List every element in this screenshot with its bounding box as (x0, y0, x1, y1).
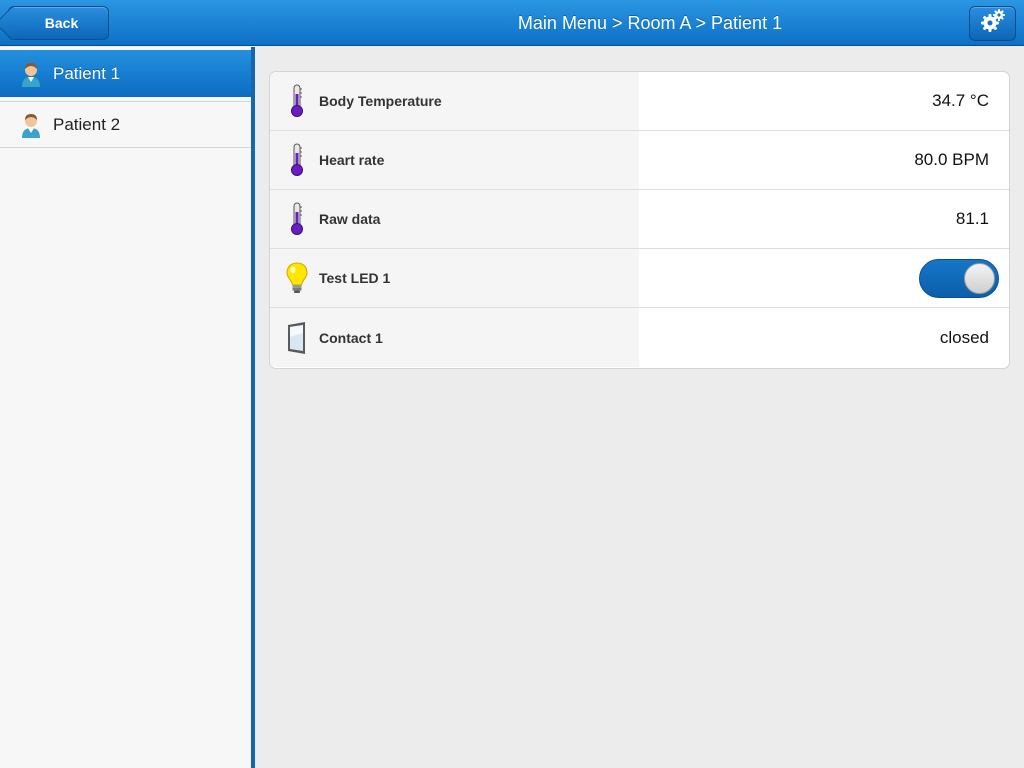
gear-icon (980, 8, 1006, 39)
door-icon (285, 321, 309, 355)
toggle-knob (964, 262, 995, 294)
thermometer-icon (285, 202, 309, 236)
back-button[interactable]: Back (8, 6, 109, 40)
row-value: 34.7 °C (932, 91, 989, 110)
list-item-raw-data[interactable]: Raw data 81.1 (270, 190, 1009, 249)
patient-sidebar: Patient 1 Patient 2 (0, 47, 251, 768)
patient-icon (20, 111, 42, 139)
row-label: Raw data (319, 211, 381, 227)
sidebar-divider (251, 47, 255, 768)
row-value: 80.0 BPM (914, 150, 989, 169)
led-toggle-switch[interactable] (919, 258, 999, 298)
row-label: Heart rate (319, 152, 385, 168)
list-item-body-temperature[interactable]: Body Temperature 34.7 °C (270, 72, 1009, 131)
thermometer-icon (285, 143, 309, 177)
settings-button[interactable] (969, 6, 1016, 41)
header-bar: Back Main Menu > Room A > Patient 1 (0, 0, 1024, 46)
sidebar-item-patient-2[interactable]: Patient 2 (0, 101, 251, 148)
patient-icon (20, 60, 42, 88)
row-label: Contact 1 (319, 329, 383, 346)
row-label: Test LED 1 (319, 270, 391, 286)
list-item-heart-rate[interactable]: Heart rate 80.0 BPM (270, 131, 1009, 190)
row-value: 81.1 (955, 209, 989, 228)
breadcrumb-title: Main Menu > Room A > Patient 1 (517, 13, 783, 33)
lightbulb-icon (285, 261, 309, 295)
sidebar-item-patient-1[interactable]: Patient 1 (0, 50, 251, 97)
sidebar-item-label: Patient 2 (53, 114, 121, 134)
back-button-label: Back (44, 15, 79, 31)
sidebar-item-label: Patient 1 (53, 63, 121, 83)
row-value: closed (939, 327, 989, 347)
thermometer-icon (285, 84, 309, 118)
list-item-test-led-1[interactable]: Test LED 1 (270, 249, 1009, 308)
device-list-card: Body Temperature 34.7 °C Heart rate 80.0… (269, 71, 1010, 369)
row-label: Body Temperature (319, 93, 442, 109)
list-item-contact-1[interactable]: Contact 1 closed (270, 308, 1009, 367)
